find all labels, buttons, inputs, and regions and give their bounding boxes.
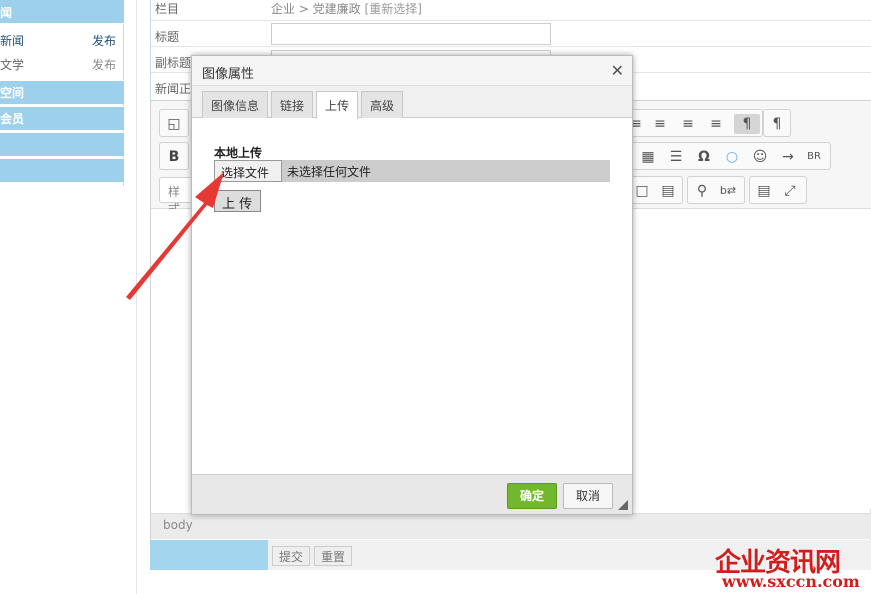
reselect-link[interactable]: [重新选择] [365, 2, 422, 16]
table-icon[interactable]: ▦ [638, 147, 658, 167]
smiley-icon[interactable]: ☺ [750, 147, 770, 167]
preview-icon[interactable]: ◱ [164, 114, 184, 134]
toolbar-group-find: ⚲ b⇄ [687, 176, 745, 204]
resize-grip-icon[interactable] [618, 500, 628, 510]
dialog-title: 图像属性 [202, 67, 255, 82]
sidebar-item-literature-publish[interactable]: 发布 [92, 56, 116, 73]
doc2-icon[interactable]: ▤ [658, 181, 678, 201]
sidebar-section-space[interactable]: 空间 [0, 80, 124, 104]
pagebreak-icon[interactable]: → [778, 147, 798, 167]
choose-file-button[interactable]: 选择文件 [214, 160, 282, 182]
search-icon[interactable]: ⚲ [692, 181, 712, 201]
sidebar-section-3[interactable] [0, 132, 124, 156]
left-sidebar: 闻 新闻 发布 文学 发布 空间 会员 [0, 0, 124, 186]
sidebar-item-news-publish[interactable]: 发布 [92, 32, 116, 49]
tab-advanced[interactable]: 高级 [361, 91, 404, 118]
category-label: 栏目 [155, 2, 180, 16]
replace-icon[interactable]: b⇄ [718, 181, 738, 201]
doc-icon[interactable]: □ [632, 181, 652, 201]
site-watermark-logo: 企业资讯网 www.sxccn.com [712, 542, 868, 592]
sidebar-section-4[interactable] [0, 158, 124, 182]
reset-button[interactable]: 重置 [314, 546, 353, 566]
element-path-bar: body [151, 513, 871, 539]
tab-image-info[interactable]: 图像信息 [202, 91, 269, 118]
omega-icon[interactable]: Ω [694, 147, 714, 167]
local-upload-heading: 本地上传 [214, 146, 263, 160]
category-row: 栏目 企业 > 党建廉政 [重新选择] [151, 0, 871, 21]
category-path: 企业 > 党建廉政 [271, 2, 361, 16]
bold-icon[interactable]: B [164, 147, 184, 167]
blocks-icon[interactable]: ▤ [754, 181, 774, 201]
align-center-icon[interactable]: ≡ [650, 114, 670, 134]
align-right-icon[interactable]: ≡ [678, 114, 698, 134]
element-path-label[interactable]: body [163, 518, 193, 532]
file-input[interactable]: 选择文件 未选择任何文件 [214, 160, 610, 182]
toolbar-group-insert: ▦ ☰ Ω ○ ☺ → BR [631, 142, 831, 170]
submit-button[interactable]: 提交 [272, 546, 311, 566]
sidebar-item-news-label[interactable]: 新闻 [0, 32, 24, 49]
maximize-icon[interactable]: ⤢ [780, 181, 800, 201]
br-icon[interactable]: BR [804, 147, 824, 167]
toolbar-group-view: ▤ ⤢ [749, 176, 807, 204]
category-value: 企业 > 党建廉政 [重新选择] [271, 0, 422, 17]
sidebar-section-member[interactable]: 会员 [0, 106, 124, 130]
watermark-url: www.sxccn.com [722, 572, 860, 591]
divider [136, 0, 137, 594]
ok-button[interactable]: 确定 [507, 483, 557, 509]
toolbar-group-1: ◱ [159, 109, 189, 137]
tab-link[interactable]: 链接 [271, 91, 314, 118]
toolbar-group-format: B [159, 142, 189, 170]
sidebar-item-literature[interactable]: 文学 发布 [0, 56, 124, 80]
rtl-icon[interactable]: ¶ [767, 114, 787, 134]
subtitle-label: 副标题 [155, 56, 192, 70]
sidebar-item-news[interactable]: 新闻 发布 [0, 32, 124, 56]
toolbar-group-align: ≡ ≡ ≡ ≡ ¶ [623, 109, 763, 137]
upload-button[interactable]: 上 传 [214, 190, 261, 212]
toolbar-group-rtl: ¶ [763, 109, 791, 137]
no-file-label: 未选择任何文件 [287, 165, 372, 179]
ltr-icon[interactable]: ¶ [734, 114, 760, 134]
dialog-titlebar[interactable]: 图像属性 ✕ [192, 56, 632, 86]
hr-icon[interactable]: ☰ [666, 147, 686, 167]
close-icon[interactable]: ✕ [611, 61, 624, 80]
sidebar-header-label: 闻 [0, 6, 13, 20]
bubble-icon[interactable]: ○ [722, 147, 742, 167]
tab-upload[interactable]: 上传 [316, 91, 359, 119]
sidebar-header: 闻 [0, 0, 124, 24]
title-input[interactable] [271, 23, 551, 45]
dialog-tabs: 图像信息 链接 上传 高级 [192, 86, 632, 119]
toolbar-group-docs: □ ▤ [627, 176, 683, 204]
app-root: 闻 新闻 发布 文学 发布 空间 会员 栏目 企业 > 党建廉政 [重新选择] … [0, 0, 871, 594]
image-properties-dialog: 图像属性 ✕ 图像信息 链接 上传 高级 本地上传 选择文件 未选择任何文件 上… [191, 55, 633, 515]
dialog-footer: 确定 取消 [192, 474, 632, 514]
title-label: 标题 [155, 30, 180, 44]
justify-icon[interactable]: ≡ [706, 114, 726, 134]
cancel-button[interactable]: 取消 [563, 483, 613, 509]
sidebar-item-literature-label[interactable]: 文学 [0, 56, 24, 73]
